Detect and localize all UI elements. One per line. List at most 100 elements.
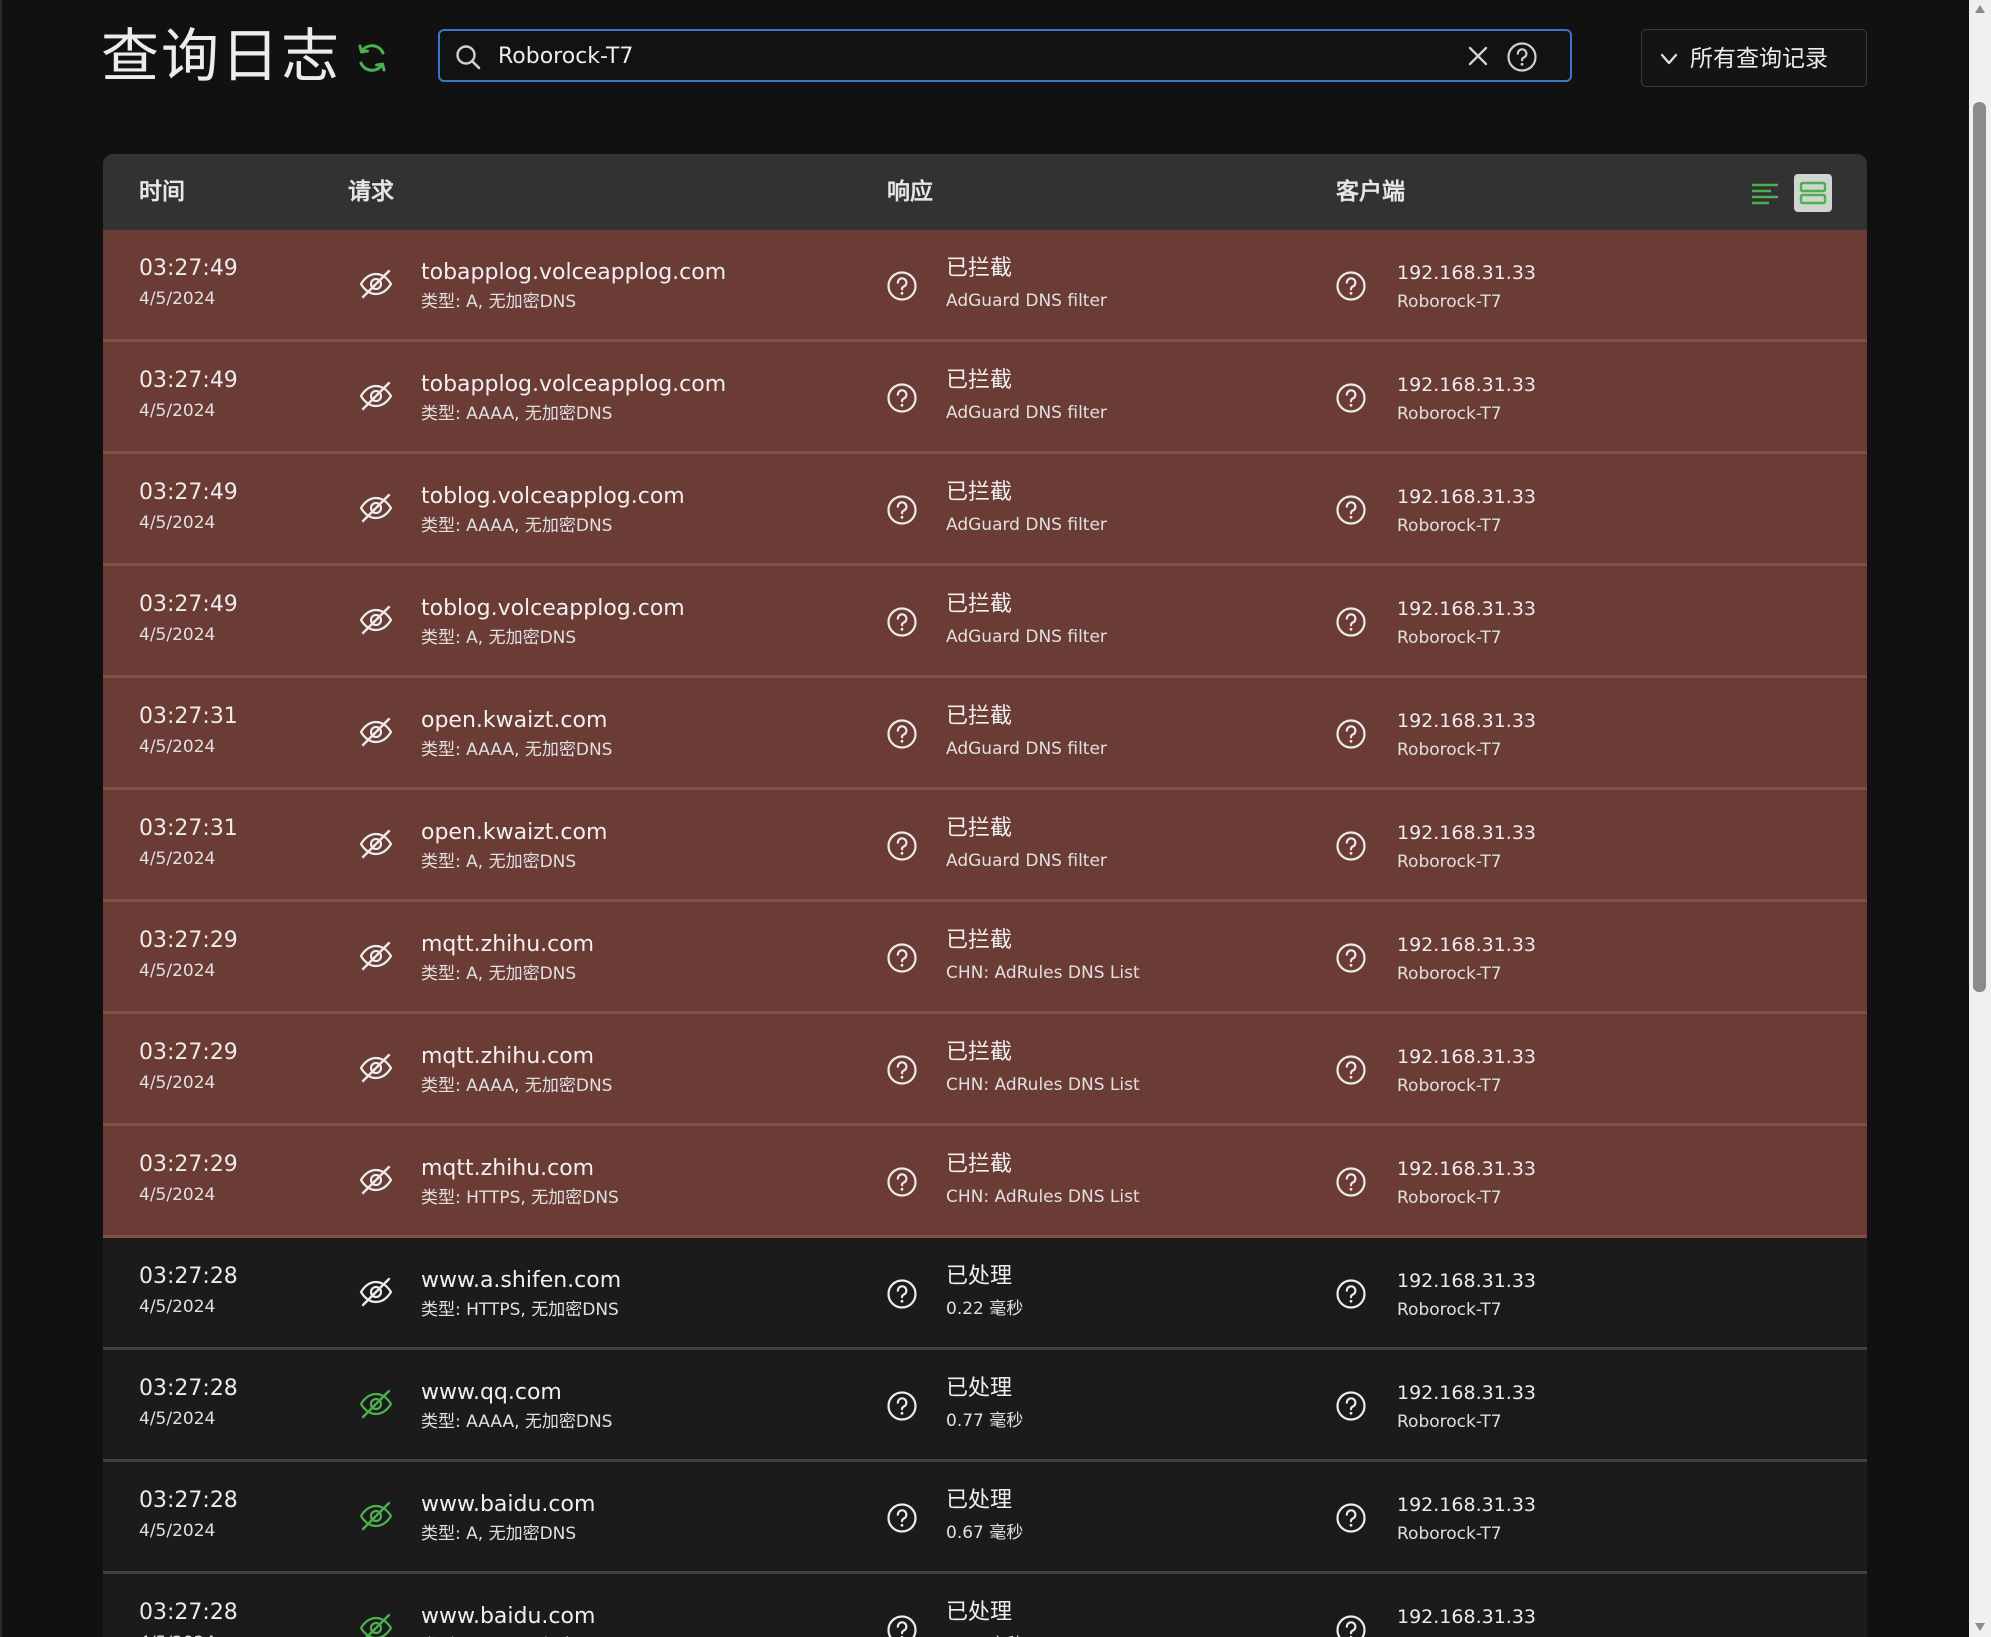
- client-cell: 192.168.31.33Roborock-T7: [1397, 1378, 1536, 1436]
- client-ip[interactable]: 192.168.31.33: [1397, 1378, 1536, 1408]
- client-name[interactable]: Roborock-T7: [1397, 1408, 1536, 1436]
- client-help-icon[interactable]: [1335, 1054, 1367, 1086]
- response-help-icon[interactable]: [886, 494, 918, 526]
- request-domain[interactable]: tobapplog.volceapplog.com: [421, 258, 726, 288]
- table-row[interactable]: 03:27:49 4/5/2024 tobapplog.volceapplog.co…: [103, 230, 1867, 342]
- response-help-icon[interactable]: [886, 718, 918, 750]
- client-ip[interactable]: 192.168.31.33: [1397, 258, 1536, 288]
- vertical-scrollbar[interactable]: [1969, 0, 1991, 1637]
- client-help-icon[interactable]: [1335, 382, 1367, 414]
- client-ip[interactable]: 192.168.31.33: [1397, 1154, 1536, 1184]
- client-help-icon[interactable]: [1335, 718, 1367, 750]
- table-row[interactable]: 03:27:31 4/5/2024 open.kwaizt.com 类型: AAAA,…: [103, 678, 1867, 790]
- table-row[interactable]: 03:27:31 4/5/2024 open.kwaizt.com 类型: A, 无加…: [103, 790, 1867, 902]
- scroll-down-arrow-icon[interactable]: [1974, 1622, 1986, 1632]
- request-domain[interactable]: mqtt.zhihu.com: [421, 1154, 619, 1184]
- response-help-icon[interactable]: [886, 1502, 918, 1534]
- table-row[interactable]: 03:27:28 4/5/2024 www.baidu.com 类型: A, 无加密D…: [103, 1462, 1867, 1574]
- response-help-icon[interactable]: [886, 1054, 918, 1086]
- query-time: 03:27:28: [139, 1264, 238, 1289]
- request-domain[interactable]: open.kwaizt.com: [421, 706, 612, 736]
- query-filter-dropdown[interactable]: 所有查询记录: [1641, 29, 1867, 87]
- client-help-icon[interactable]: [1335, 942, 1367, 974]
- response-help-icon[interactable]: [886, 382, 918, 414]
- client-name[interactable]: Roborock-T7: [1397, 624, 1536, 652]
- client-name[interactable]: Roborock-T7: [1397, 1184, 1536, 1212]
- scroll-up-arrow-icon[interactable]: [1974, 4, 1986, 14]
- request-domain[interactable]: toblog.volceapplog.com: [421, 594, 685, 624]
- client-help-icon[interactable]: [1335, 1166, 1367, 1198]
- request-domain[interactable]: www.baidu.com: [421, 1490, 595, 1520]
- response-help-icon[interactable]: [886, 606, 918, 638]
- request-domain[interactable]: www.qq.com: [421, 1378, 612, 1408]
- response-status: 已处理: [946, 1264, 1013, 1289]
- client-name[interactable]: Roborock-T7: [1397, 400, 1536, 428]
- request-cell: mqtt.zhihu.com 类型: AAAA, 无加密DNS: [421, 1042, 612, 1100]
- client-ip[interactable]: 192.168.31.33: [1397, 930, 1536, 960]
- search-box: [438, 29, 1572, 82]
- client-name[interactable]: Roborock-T7: [1397, 288, 1536, 316]
- client-help-icon[interactable]: [1335, 606, 1367, 638]
- client-ip[interactable]: 192.168.31.33: [1397, 594, 1536, 624]
- request-domain[interactable]: www.a.shifen.com: [421, 1266, 621, 1296]
- request-type: 类型: A, 无加密DNS: [421, 964, 577, 984]
- client-name[interactable]: Roborock-T7: [1397, 848, 1536, 876]
- response-help-icon[interactable]: [886, 270, 918, 302]
- table-row[interactable]: 03:27:28 4/5/2024 www.a.shifen.com 类型: HTTP…: [103, 1238, 1867, 1350]
- client-name[interactable]: Roborock-T7: [1397, 512, 1536, 540]
- client-help-icon[interactable]: [1335, 270, 1367, 302]
- request-domain[interactable]: open.kwaizt.com: [421, 818, 607, 848]
- request-domain[interactable]: mqtt.zhihu.com: [421, 930, 594, 960]
- compact-view-icon[interactable]: [1749, 177, 1781, 209]
- table-row[interactable]: 03:27:29 4/5/2024 mqtt.zhihu.com 类型: AAAA, …: [103, 1014, 1867, 1126]
- table-row[interactable]: 03:27:49 4/5/2024 toblog.volceapplog.com 类型…: [103, 566, 1867, 678]
- table-row[interactable]: 03:27:28 4/5/2024 www.baidu.com类型: AAAA, 无…: [103, 1574, 1867, 1637]
- request-type: 类型: HTTPS, 无加密DNS: [421, 1188, 619, 1208]
- refresh-icon[interactable]: [354, 40, 390, 76]
- request-domain[interactable]: mqtt.zhihu.com: [421, 1042, 612, 1072]
- client-help-icon[interactable]: [1335, 1390, 1367, 1422]
- time-cell: 03:27:49 4/5/2024: [139, 478, 238, 538]
- table-row[interactable]: 03:27:28 4/5/2024 www.qq.com 类型: AAAA, 无加密D…: [103, 1350, 1867, 1462]
- client-help-icon[interactable]: [1335, 830, 1367, 862]
- close-icon[interactable]: [1466, 44, 1490, 68]
- client-help-icon[interactable]: [1335, 1502, 1367, 1534]
- response-help-icon[interactable]: [886, 1278, 918, 1310]
- client-ip[interactable]: 192.168.31.33: [1397, 1490, 1536, 1520]
- client-ip[interactable]: 192.168.31.33: [1397, 482, 1536, 512]
- table-row[interactable]: 03:27:29 4/5/2024 mqtt.zhihu.com 类型: HTTPS,…: [103, 1126, 1867, 1238]
- client-ip[interactable]: 192.168.31.33: [1397, 706, 1536, 736]
- table-row[interactable]: 03:27:49 4/5/2024 toblog.volceapplog.com 类型…: [103, 454, 1867, 566]
- client-ip[interactable]: 192.168.31.33: [1397, 1042, 1536, 1072]
- client-ip[interactable]: 192.168.31.33: [1397, 1602, 1536, 1632]
- response-help-icon[interactable]: [886, 942, 918, 974]
- client-help-icon[interactable]: [1335, 1614, 1367, 1637]
- response-cell: 已拦截 AdGuard DNS filter: [946, 702, 1107, 766]
- client-name[interactable]: Roborock-T7: [1397, 1520, 1536, 1548]
- search-input[interactable]: [498, 37, 1378, 75]
- client-name[interactable]: Roborock-T7: [1397, 1296, 1536, 1324]
- response-help-icon[interactable]: [886, 830, 918, 862]
- client-ip[interactable]: 192.168.31.33: [1397, 818, 1536, 848]
- client-ip[interactable]: 192.168.31.33: [1397, 370, 1536, 400]
- client-name[interactable]: Roborock-T7: [1397, 1072, 1536, 1100]
- request-domain[interactable]: toblog.volceapplog.com: [421, 482, 685, 512]
- help-circle-icon[interactable]: [1506, 41, 1538, 73]
- client-ip[interactable]: 192.168.31.33: [1397, 1266, 1536, 1296]
- client-help-icon[interactable]: [1335, 1278, 1367, 1310]
- scrollbar-thumb[interactable]: [1973, 102, 1986, 992]
- response-help-icon[interactable]: [886, 1614, 918, 1637]
- request-domain[interactable]: www.baidu.com: [421, 1602, 612, 1632]
- response-help-icon[interactable]: [886, 1166, 918, 1198]
- table-row[interactable]: 03:27:49 4/5/2024 tobapplog.volceapplog.co…: [103, 342, 1867, 454]
- default-view-icon[interactable]: [1794, 174, 1832, 212]
- client-help-icon[interactable]: [1335, 494, 1367, 526]
- response-status: 已拦截: [946, 704, 1013, 729]
- query-time: 03:27:28: [139, 1600, 238, 1625]
- client-name[interactable]: Roborock-T7: [1397, 1632, 1536, 1637]
- response-help-icon[interactable]: [886, 1390, 918, 1422]
- table-row[interactable]: 03:27:29 4/5/2024 mqtt.zhihu.com 类型: A, 无加密…: [103, 902, 1867, 1014]
- request-domain[interactable]: tobapplog.volceapplog.com: [421, 370, 726, 400]
- client-name[interactable]: Roborock-T7: [1397, 960, 1536, 988]
- client-name[interactable]: Roborock-T7: [1397, 736, 1536, 764]
